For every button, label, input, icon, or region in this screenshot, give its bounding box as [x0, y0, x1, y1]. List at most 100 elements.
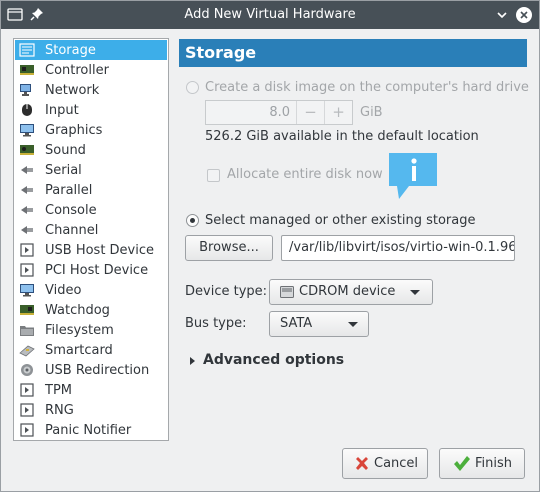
disk-size-spinbox[interactable]: 8.0 − +	[205, 100, 353, 125]
parallel-icon	[21, 186, 33, 194]
hardware-list[interactable]: Storage Controller Network Input Graphic…	[13, 38, 169, 441]
sidebar-item-filesystem[interactable]: Filesystem	[15, 320, 167, 340]
sidebar-item-label: Console	[45, 202, 97, 218]
cdrom-icon	[280, 286, 294, 298]
sidebar-item-pci-host-device[interactable]: PCI Host Device	[15, 260, 167, 280]
increase-size-button[interactable]: +	[324, 101, 352, 124]
disk-size-value: 8.0	[269, 105, 290, 120]
sidebar-item-sound[interactable]: Sound	[15, 140, 167, 160]
sidebar-item-watchdog[interactable]: Watchdog	[15, 300, 167, 320]
sidebar-item-label: Channel	[45, 222, 99, 238]
finish-label: Finish	[475, 456, 513, 471]
allocate-disk-label: Allocate entire disk now	[227, 167, 383, 182]
chevron-down-icon	[410, 290, 420, 295]
sidebar-item-label: Storage	[45, 42, 96, 58]
sidebar-item-rng[interactable]: RNG	[15, 400, 167, 420]
sidebar-item-smartcard[interactable]: Smartcard	[15, 340, 167, 360]
sidebar-item-label: Input	[45, 102, 79, 118]
storage-path-input[interactable]: /var/lib/libvirt/isos/virtio-win-0.1.96.…	[281, 235, 515, 261]
info-icon	[387, 152, 439, 204]
sidebar-item-label: Serial	[45, 162, 82, 178]
checkmark-icon	[454, 456, 470, 471]
sidebar-item-label: Sound	[45, 142, 86, 158]
rng-icon	[20, 403, 34, 417]
managed-storage-label: Select managed or other existing storage	[205, 213, 476, 228]
title-bar[interactable]: Add New Virtual Hardware	[1, 1, 539, 29]
watchdog-icon	[20, 305, 34, 315]
finish-button[interactable]: Finish	[439, 448, 525, 479]
sidebar-item-storage[interactable]: Storage	[15, 40, 167, 60]
browse-button[interactable]: Browse...	[185, 235, 273, 261]
storage-icon	[19, 43, 35, 57]
sidebar-item-label: RNG	[45, 402, 74, 418]
sidebar-item-label: Video	[45, 282, 82, 298]
advanced-options-expander[interactable]: Advanced options	[203, 352, 344, 368]
sidebar-item-parallel[interactable]: Parallel	[15, 180, 167, 200]
sidebar-item-label: PCI Host Device	[45, 262, 149, 278]
sidebar-item-usb-host-device[interactable]: USB Host Device	[15, 240, 167, 260]
sidebar-item-panic-notifier[interactable]: Panic Notifier	[15, 420, 167, 440]
sidebar-item-label: TPM	[45, 382, 72, 398]
device-type-label: Device type:	[185, 284, 268, 299]
serial-icon	[21, 166, 33, 174]
cancel-button[interactable]: Cancel	[342, 448, 428, 479]
filesystem-icon	[20, 326, 34, 336]
usb-redirection-icon	[21, 364, 33, 376]
sidebar-item-label: Controller	[45, 62, 109, 78]
dialog-window: Add New Virtual Hardware Storage Control…	[0, 0, 540, 492]
channel-icon	[21, 226, 33, 234]
console-icon	[21, 206, 33, 214]
sidebar-item-tpm[interactable]: TPM	[15, 380, 167, 400]
chevron-down-icon	[348, 322, 358, 327]
network-icon	[20, 84, 31, 96]
bus-type-label: Bus type:	[185, 316, 247, 331]
sidebar-item-controller[interactable]: Controller	[15, 60, 167, 80]
sidebar-item-channel[interactable]: Channel	[15, 220, 167, 240]
chevron-right-icon[interactable]	[190, 357, 195, 365]
tpm-icon	[20, 383, 34, 397]
smartcard-icon	[19, 345, 35, 357]
close-icon[interactable]	[515, 6, 533, 24]
sidebar-item-serial[interactable]: Serial	[15, 160, 167, 180]
sidebar-item-label: USB Redirection	[45, 362, 150, 378]
disk-size-unit: GiB	[360, 105, 383, 120]
create-disk-label: Create a disk image on the computer's ha…	[205, 80, 529, 95]
sidebar-item-video[interactable]: Video	[15, 280, 167, 300]
section-title: Storage	[185, 43, 257, 62]
sidebar-item-label: Parallel	[45, 182, 93, 198]
cancel-icon	[356, 457, 368, 470]
input-icon	[22, 104, 32, 116]
sidebar-item-label: USB Host Device	[45, 242, 155, 258]
window-title: Add New Virtual Hardware	[184, 7, 356, 22]
sound-icon	[20, 145, 34, 155]
available-space-text: 526.2 GiB available in the default locat…	[205, 129, 479, 144]
sidebar-item-label: Network	[45, 82, 100, 98]
section-header: Storage	[179, 39, 527, 67]
video-icon	[20, 284, 34, 297]
minimize-icon[interactable]	[493, 6, 511, 24]
device-type-value: CDROM device	[299, 284, 396, 299]
bus-type-dropdown[interactable]: SATA	[269, 311, 369, 337]
bus-type-value: SATA	[280, 316, 313, 331]
sidebar-item-label: Filesystem	[45, 322, 114, 338]
pci-host-device-icon	[20, 263, 34, 277]
cancel-label: Cancel	[374, 456, 419, 471]
sidebar-item-console[interactable]: Console	[15, 200, 167, 220]
sidebar-item-label: Watchdog	[45, 302, 110, 318]
sidebar-item-label: Graphics	[45, 122, 103, 138]
managed-storage-radio[interactable]	[186, 214, 199, 227]
graphics-icon	[20, 124, 34, 137]
allocate-disk-checkbox[interactable]	[207, 169, 220, 182]
sidebar-item-network[interactable]: Network	[15, 80, 167, 100]
panic-notifier-icon	[20, 423, 34, 437]
sidebar-item-label: Smartcard	[45, 342, 113, 358]
controller-icon	[20, 65, 34, 75]
sidebar-item-label: Panic Notifier	[45, 422, 132, 438]
usb-host-device-icon	[20, 243, 34, 257]
create-disk-radio[interactable]	[186, 81, 199, 94]
decrease-size-button[interactable]: −	[296, 101, 324, 124]
sidebar-item-usb-redirection[interactable]: USB Redirection	[15, 360, 167, 380]
sidebar-item-graphics[interactable]: Graphics	[15, 120, 167, 140]
device-type-dropdown[interactable]: CDROM device	[269, 279, 433, 305]
sidebar-item-input[interactable]: Input	[15, 100, 167, 120]
